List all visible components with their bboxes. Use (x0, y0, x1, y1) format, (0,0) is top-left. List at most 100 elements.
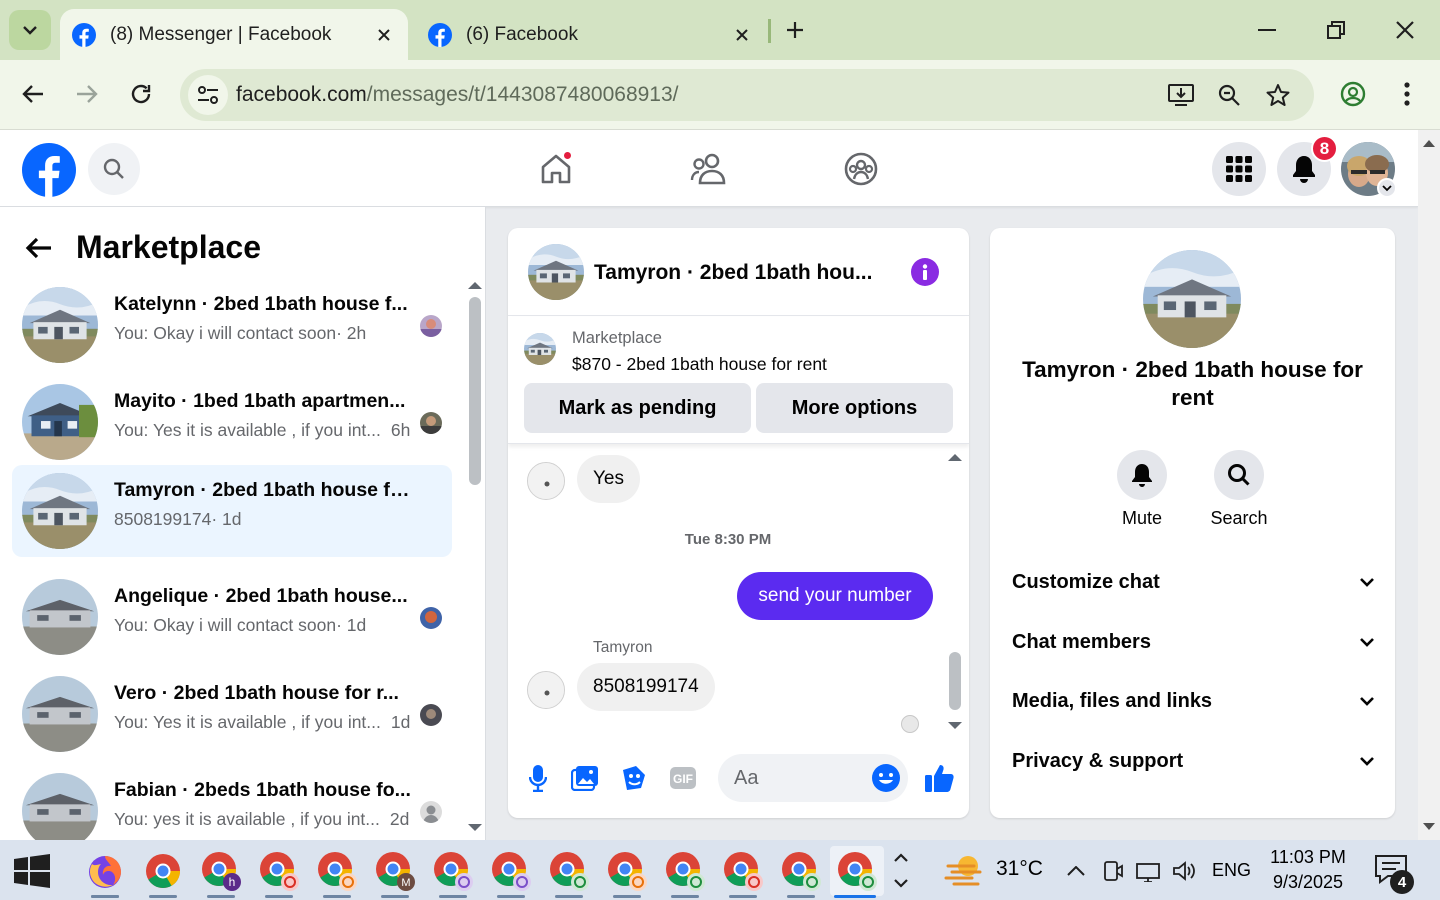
taskbar-chrome[interactable] (138, 846, 188, 898)
conversation-title[interactable]: Tamyron · 2bed 1bath hou... (594, 261, 894, 285)
notifications-badge: 8 (1311, 135, 1338, 162)
chat-item-angelique[interactable]: Angelique · 2bed 1bath house... You: Oka… (12, 571, 452, 663)
tab-search-button[interactable] (9, 10, 51, 50)
taskbar-scroll[interactable] (886, 844, 916, 896)
page-scrollbar[interactable] (1418, 130, 1440, 840)
install-app-icon[interactable] (1166, 80, 1196, 110)
nav-friends[interactable] (685, 146, 731, 192)
new-tab-button[interactable] (778, 13, 812, 47)
facebook-search-button[interactable] (88, 143, 140, 195)
nav-groups[interactable] (838, 146, 884, 192)
url-text[interactable]: facebook.com/messages/t/1443087480068913… (236, 83, 679, 107)
attach-photo-button[interactable] (569, 762, 601, 794)
close-tab-icon[interactable] (728, 21, 756, 49)
running-indicator (91, 895, 119, 898)
gif-button[interactable]: GIF (667, 762, 699, 794)
system-clock[interactable]: 11:03 PM 9/3/2025 (1262, 845, 1354, 895)
conversation-avatar[interactable] (528, 244, 584, 300)
show-hidden-icons[interactable] (1063, 858, 1089, 884)
message-timestamp: Tue 8:30 PM (684, 531, 772, 548)
back-to-chats-button[interactable] (24, 233, 64, 263)
restore-button[interactable] (1314, 8, 1358, 52)
site-info-button[interactable] (188, 75, 228, 115)
input-language[interactable]: ENG (1212, 860, 1251, 881)
close-window-button[interactable] (1383, 8, 1427, 52)
tab-facebook[interactable]: (6) Facebook (416, 9, 766, 60)
facebook-logo[interactable] (22, 143, 76, 197)
scroll-up-icon[interactable] (947, 452, 963, 462)
back-button[interactable] (13, 74, 53, 114)
reload-icon (131, 84, 151, 104)
scroll-up-icon[interactable] (1422, 138, 1436, 148)
chat-item-tamyron[interactable]: Tamyron · 2bed 1bath house for ... 85081… (12, 465, 452, 557)
account-menu-caret[interactable] (1377, 178, 1397, 198)
taskbar-chrome-profile-m[interactable]: M (370, 846, 420, 898)
chat-item-mayito[interactable]: Mayito · 1bed 1bath apartmen... You: Yes… (12, 376, 452, 468)
emoji-icon[interactable] (871, 763, 901, 793)
meet-now-icon[interactable] (1099, 858, 1125, 884)
more-options-button[interactable]: More options (756, 383, 953, 433)
tab-messenger[interactable]: (8) Messenger | Facebook (60, 9, 408, 60)
windows-logo-icon (14, 854, 50, 888)
firefox-icon (89, 856, 121, 888)
address-bar[interactable]: facebook.com/messages/t/1443087480068913… (180, 69, 1314, 121)
mute-button[interactable]: Mute (1102, 450, 1182, 529)
network-icon[interactable] (1135, 858, 1161, 884)
taskbar-chrome-profile-2[interactable] (254, 846, 304, 898)
voice-clip-button[interactable] (522, 762, 554, 794)
message-bubble-incoming[interactable]: 8508199174 (577, 663, 715, 711)
zoom-icon[interactable] (1214, 80, 1244, 110)
conversation-info-button[interactable] (911, 258, 939, 286)
listing-thumbnail (22, 579, 98, 655)
scroll-up-icon[interactable] (467, 280, 483, 290)
taskbar-chrome-profile-11[interactable] (776, 846, 826, 898)
chat-item-katelynn[interactable]: Katelynn · 2bed 1bath house f... You: Ok… (12, 279, 452, 371)
listing-thumbnail (22, 287, 98, 363)
taskbar-chrome-profile-5[interactable] (428, 846, 478, 898)
mark-as-pending-button[interactable]: Mark as pending (524, 383, 751, 433)
start-button[interactable] (14, 854, 50, 888)
chat-item-vero[interactable]: Vero · 2bed 1bath house for r... You: Ye… (12, 668, 452, 760)
taskbar-chrome-profile-6[interactable] (486, 846, 536, 898)
chat-members-section[interactable]: Chat members (1012, 622, 1375, 662)
minimize-button[interactable] (1245, 8, 1289, 52)
volume-icon[interactable] (1171, 858, 1197, 884)
close-tab-icon[interactable] (370, 21, 398, 49)
menu-button[interactable] (1212, 142, 1266, 196)
reload-button[interactable] (121, 74, 161, 114)
message-scrollbar[interactable] (949, 652, 961, 710)
scroll-down-icon[interactable] (1422, 822, 1436, 832)
chat-name: Angelique · 2bed 1bath house... (114, 585, 408, 607)
listing-title[interactable]: $870 - 2bed 1bath house for rent (572, 354, 827, 375)
chat-preview: You: Yes it is available , if you int...… (114, 712, 411, 732)
message-bubble-incoming[interactable]: Yes (577, 455, 640, 503)
taskbar-chrome-active[interactable] (830, 846, 884, 898)
tab-title: (6) Facebook (466, 23, 578, 45)
privacy-support-section[interactable]: Privacy & support (1012, 741, 1375, 781)
taskbar-firefox[interactable] (80, 846, 130, 898)
taskbar-chrome-profile-10[interactable] (718, 846, 768, 898)
chat-list-scrollbar[interactable] (469, 297, 481, 485)
sticker-button[interactable] (618, 762, 650, 794)
profile-button[interactable] (1333, 74, 1373, 114)
search-in-conversation-button[interactable]: Search (1199, 450, 1279, 529)
conversation-header: Tamyron · 2bed 1bath hou... (508, 228, 969, 316)
message-bubble-outgoing[interactable]: send your number (737, 572, 933, 620)
browser-menu-button[interactable] (1387, 74, 1427, 114)
weather-widget[interactable]: 31°C (944, 852, 1043, 886)
customize-chat-section[interactable]: Customize chat (1012, 562, 1375, 602)
marketplace-label: Marketplace (572, 329, 662, 347)
bookmark-star-icon[interactable] (1263, 80, 1293, 110)
forward-button[interactable] (67, 74, 107, 114)
nav-home[interactable] (533, 146, 579, 192)
media-files-links-section[interactable]: Media, files and links (1012, 681, 1375, 721)
taskbar-chrome-profile-h[interactable]: h (196, 846, 246, 898)
scroll-down-icon[interactable] (947, 721, 963, 731)
scroll-down-icon[interactable] (467, 823, 483, 833)
browser-tab-bar: (8) Messenger | Facebook (6) Facebook (0, 0, 1440, 60)
taskbar-chrome-profile-3[interactable] (312, 846, 362, 898)
taskbar-chrome-profile-8[interactable] (602, 846, 652, 898)
taskbar-chrome-profile-7[interactable] (544, 846, 594, 898)
taskbar-chrome-profile-9[interactable] (660, 846, 710, 898)
send-like-button[interactable] (923, 762, 955, 794)
